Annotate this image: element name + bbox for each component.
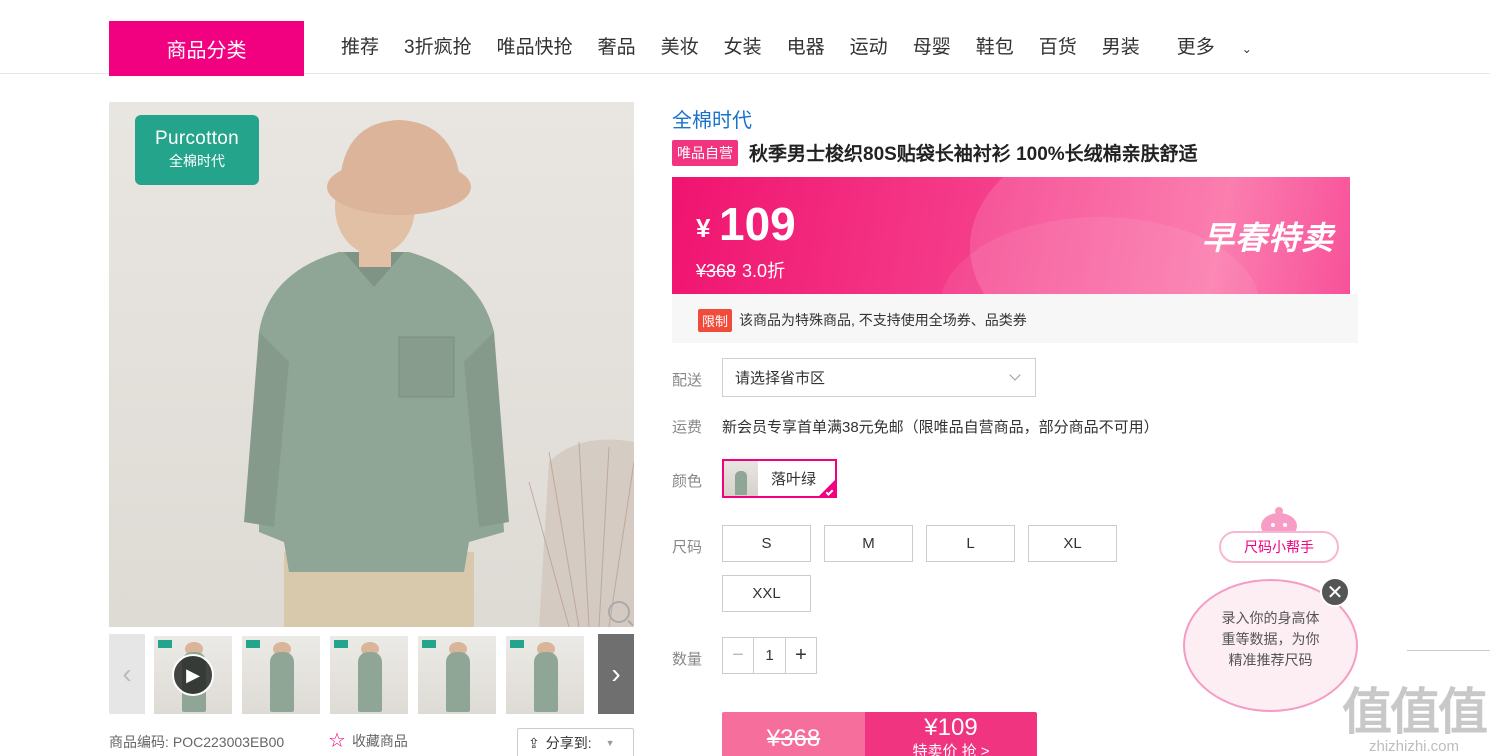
- helper-line-2: 重等数据，为你: [1221, 631, 1320, 647]
- original-price: ¥368: [696, 261, 737, 281]
- nav-item-recommend[interactable]: 推荐: [341, 34, 379, 63]
- buy-price-text: ¥109: [924, 714, 978, 741]
- nav-item-women[interactable]: 女装: [724, 34, 762, 63]
- nav-item-general[interactable]: 百货: [1039, 34, 1077, 63]
- close-icon[interactable]: ✕: [1320, 577, 1350, 607]
- thumbnail[interactable]: [242, 636, 320, 714]
- nav-item-flash-sale[interactable]: 唯品快抢: [497, 34, 573, 63]
- nav-item-baby[interactable]: 母婴: [913, 34, 951, 63]
- nav-item-shoes-bags[interactable]: 鞋包: [976, 34, 1014, 63]
- size-option-xl[interactable]: XL: [1028, 525, 1117, 562]
- nav-item-luxury[interactable]: 奢品: [598, 34, 636, 63]
- nav-more-dropdown[interactable]: 更多 ⌄: [1177, 34, 1277, 63]
- share-icon: ⇪: [528, 734, 540, 751]
- thumbnail[interactable]: [418, 636, 496, 714]
- top-navbar: 商品分类 推荐 3折疯抢 唯品快抢 奢品 美妆 女装 电器 运动 母婴 鞋包 百…: [0, 0, 1490, 76]
- share-label: 分享到:: [545, 735, 592, 751]
- logo-wordmark: Purcotton: [154, 128, 240, 149]
- color-swatch: [724, 461, 758, 496]
- freight-label: 运费: [672, 419, 703, 436]
- size-helper-button[interactable]: 尺码小帮手: [1219, 531, 1339, 563]
- buy-original-price: ¥368: [722, 712, 865, 756]
- category-menu-button[interactable]: 商品分类: [109, 21, 304, 76]
- self-operated-badge: 唯品自营: [672, 139, 738, 166]
- nav-item-sports[interactable]: 运动: [850, 34, 888, 63]
- product-title: 秋季男士梭织80S贴袋长袖衬衫 100%长绒棉亲肤舒适: [749, 144, 1198, 165]
- promo-label: 早春特卖: [1201, 220, 1334, 256]
- logo-subtitle: 全棉时代: [169, 153, 225, 169]
- original-price-row: ¥368 3.0折: [696, 257, 785, 283]
- product-code-value: POC223003EB00: [172, 734, 285, 750]
- size-option-xxl[interactable]: XXL: [722, 575, 811, 612]
- share-dropdown[interactable]: ⇪ 分享到: ▼: [517, 728, 634, 756]
- color-option-selected[interactable]: 落叶绿: [722, 459, 837, 498]
- nav-item-appliances[interactable]: 电器: [787, 34, 825, 63]
- thumbnail[interactable]: [330, 636, 408, 714]
- quantity-stepper: − 1 +: [722, 637, 817, 674]
- thumb-next-arrow-icon[interactable]: ›: [598, 634, 634, 714]
- main-nav: 推荐 3折疯抢 唯品快抢 奢品 美妆 女装 电器 运动 母婴 鞋包 百货 男装 …: [341, 34, 1302, 63]
- quantity-label: 数量: [672, 651, 703, 668]
- product-title-row: 唯品自营 秋季男士梭织80S贴袋长袖衬衫 100%长绒棉亲肤舒适: [672, 139, 1198, 166]
- nav-item-men[interactable]: 男装: [1102, 34, 1140, 63]
- restriction-text: 该商品为特殊商品, 不支持使用全场券、品类券: [739, 312, 1027, 328]
- caret-down-icon: ▼: [605, 738, 615, 748]
- restriction-notice: 限制 该商品为特殊商品, 不支持使用全场券、品类券: [672, 294, 1358, 343]
- buy-sale-price: ¥109 特卖价 抢 >: [865, 712, 1037, 756]
- zoom-icon[interactable]: [608, 601, 630, 623]
- thumbnail-strip: ‹ ▶ ›: [109, 634, 634, 714]
- chevron-down-icon: [1009, 369, 1021, 381]
- product-code: 商品编码: POC223003EB00: [109, 732, 284, 752]
- size-option-l[interactable]: L: [926, 525, 1015, 562]
- currency-symbol: ¥: [696, 213, 711, 243]
- quantity-value[interactable]: 1: [754, 638, 785, 673]
- brand-link[interactable]: 全棉时代: [672, 104, 752, 133]
- helper-line-1: 录入你的身高体: [1221, 610, 1320, 626]
- brand-logo: Purcotton 全棉时代: [135, 115, 259, 185]
- quantity-plus-button[interactable]: +: [785, 638, 816, 673]
- chevron-down-icon: ⌄: [1241, 42, 1252, 56]
- shipping-label: 配送: [672, 372, 703, 389]
- watermark-logo: 值值值: [1342, 684, 1488, 740]
- sale-price: 109: [719, 198, 796, 250]
- color-value: 落叶绿: [771, 471, 817, 488]
- product-main-image[interactable]: Purcotton 全棉时代: [109, 102, 634, 627]
- size-option-s[interactable]: S: [722, 525, 811, 562]
- play-video-icon[interactable]: ▶: [172, 654, 214, 696]
- nav-item-beauty[interactable]: 美妆: [661, 34, 699, 63]
- nav-item-30-off[interactable]: 3折疯抢: [404, 34, 472, 63]
- star-icon: ☆: [328, 730, 346, 752]
- site-watermark: 值值值 zhizhizhi.com: [1342, 672, 1488, 755]
- quantity-minus-button[interactable]: −: [723, 638, 754, 673]
- buy-orig-text: ¥368: [766, 725, 821, 752]
- thumbnail[interactable]: [506, 636, 584, 714]
- favorite-button[interactable]: ☆ 收藏商品: [328, 731, 408, 751]
- freight-text: 新会员专享首单满38元免邮（限唯品自营商品，部分商品不可用）: [722, 419, 1159, 436]
- favorite-label: 收藏商品: [351, 733, 408, 749]
- region-placeholder: 请选择省市区: [735, 370, 826, 387]
- size-label: 尺码: [672, 539, 703, 556]
- divider: [1407, 650, 1490, 651]
- buy-sub-text: 特卖价 抢 >: [912, 743, 990, 756]
- region-select[interactable]: 请选择省市区: [722, 358, 1036, 397]
- discount-rate: 3.0折: [742, 261, 786, 281]
- thumb-prev-arrow-icon[interactable]: ‹: [109, 634, 145, 714]
- color-label: 颜色: [672, 473, 703, 490]
- restriction-badge: 限制: [698, 309, 733, 332]
- buy-button[interactable]: ¥368 ¥109 特卖价 抢 >: [722, 712, 1037, 756]
- size-option-m[interactable]: M: [824, 525, 913, 562]
- price-banner: ¥ 109 ¥368 3.0折 早春特卖: [672, 177, 1350, 294]
- product-code-label: 商品编码:: [109, 734, 169, 750]
- helper-line-3: 精准推荐尺码: [1228, 652, 1313, 668]
- nav-more-label: 更多: [1176, 37, 1215, 58]
